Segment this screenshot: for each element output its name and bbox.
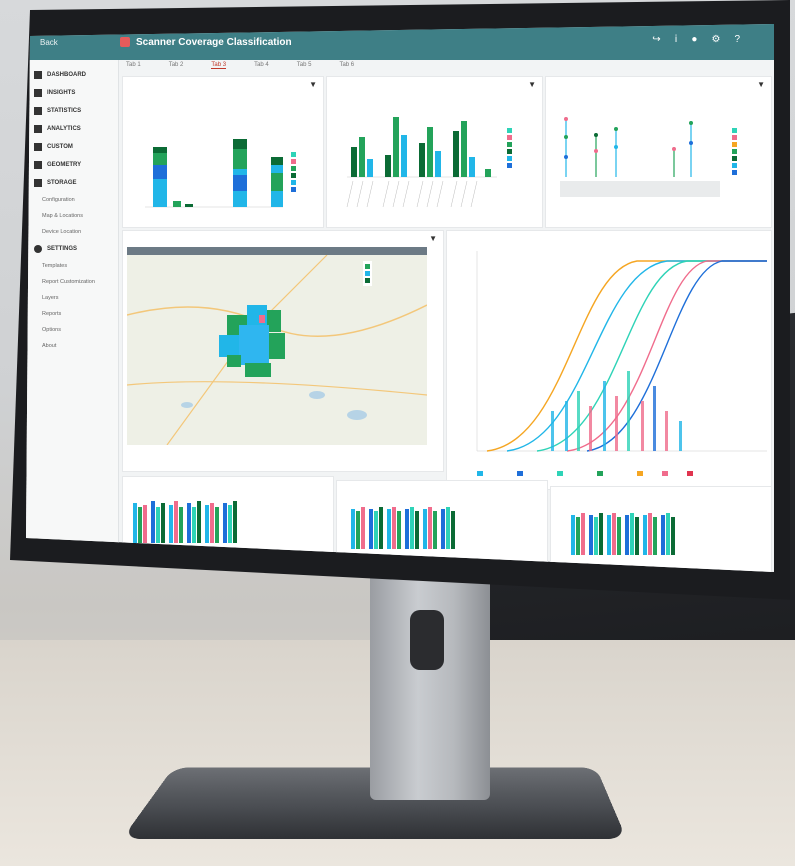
- tab[interactable]: Tab 6: [339, 62, 354, 69]
- monitor-screen: Back Scanner Coverage Classification ↪ ⅰ…: [26, 24, 774, 572]
- sidebar-item-settings[interactable]: SETTINGS: [26, 240, 118, 258]
- sidebar-item-statistics[interactable]: STATISTICS: [26, 102, 118, 120]
- geometry-icon: [34, 161, 42, 169]
- sidebar-subitem[interactable]: Device Location: [26, 224, 118, 240]
- map-legend: [363, 261, 372, 286]
- sidebar-subitem[interactable]: Layers: [26, 290, 118, 306]
- cdf-line-histogram-chart: [476, 251, 767, 476]
- tab[interactable]: Tab 2: [169, 62, 184, 69]
- insights-icon: [34, 89, 42, 97]
- sidebar-subitem[interactable]: Map & Locations: [26, 208, 118, 224]
- gear-icon: [34, 245, 42, 253]
- sidebar-subitem[interactable]: Templates: [26, 258, 118, 274]
- bottom-bar-chart-panel-3: [550, 486, 772, 572]
- chart-legend: [507, 127, 512, 169]
- sidebar-item-geometry[interactable]: GEOMETRY: [26, 156, 118, 174]
- chart-panel-stacked-bars: ▼: [122, 76, 324, 228]
- sidebar-item-storage[interactable]: STORAGE: [26, 174, 118, 192]
- monitor-stand-neck: [370, 560, 490, 800]
- analytics-icon: [34, 125, 42, 133]
- filter-icon[interactable]: ▼: [757, 80, 765, 89]
- sidebar: DASHBOARD INSIGHTS STATISTICS ANALYTICS …: [26, 60, 119, 572]
- bottom-bar-chart-3: [571, 513, 675, 555]
- custom-icon: [34, 143, 42, 151]
- sidebar-item-custom[interactable]: CUSTOM: [26, 138, 118, 156]
- tab-bar: Tab 1 Tab 2 Tab 3 Tab 4 Tab 5 Tab 6: [126, 62, 354, 69]
- info-icon[interactable]: ⅰ: [675, 34, 678, 45]
- dashboard-icon: [34, 71, 42, 79]
- chart-panel-grouped-bars: ▼: [326, 76, 543, 228]
- map-toolbar: [127, 247, 427, 255]
- chart-legend: [291, 151, 296, 193]
- monitor-stand-cable-hole: [410, 610, 444, 670]
- tab[interactable]: Tab 5: [297, 62, 312, 69]
- settings-icon[interactable]: ⚙: [711, 34, 720, 45]
- sidebar-subitem[interactable]: About: [26, 338, 118, 354]
- cdf-chart-panel: [446, 230, 772, 490]
- sidebar-subitem[interactable]: Reports: [26, 306, 118, 322]
- help-icon[interactable]: ?: [734, 34, 740, 45]
- map-view[interactable]: [127, 255, 427, 445]
- dot-plot-chart: [560, 117, 720, 197]
- tab[interactable]: Tab 4: [254, 62, 269, 69]
- chart-legend: [732, 127, 737, 176]
- app-title: Scanner Coverage Classification: [136, 37, 292, 48]
- share-icon[interactable]: ↪: [652, 34, 660, 45]
- filter-icon[interactable]: ▼: [429, 234, 437, 243]
- sidebar-item-dashboard[interactable]: DASHBOARD: [26, 66, 118, 84]
- sidebar-item-insights[interactable]: INSIGHTS: [26, 84, 118, 102]
- statistics-icon: [34, 107, 42, 115]
- chat-icon[interactable]: ●: [691, 34, 697, 45]
- sidebar-subitem[interactable]: Configuration: [26, 192, 118, 208]
- filter-icon[interactable]: ▼: [528, 80, 536, 89]
- sidebar-subitem[interactable]: Options: [26, 322, 118, 338]
- back-button[interactable]: Back: [40, 38, 58, 47]
- sidebar-item-analytics[interactable]: ANALYTICS: [26, 120, 118, 138]
- storage-icon: [34, 179, 42, 187]
- filter-icon[interactable]: ▼: [309, 80, 317, 89]
- map-panel: ▼: [122, 230, 444, 472]
- tab-active[interactable]: Tab 3: [211, 62, 227, 69]
- sidebar-subitem[interactable]: Report Customization: [26, 274, 118, 290]
- chart-panel-dot-plot: ▼: [545, 76, 772, 228]
- tab[interactable]: Tab 1: [126, 62, 141, 69]
- app-logo-icon: [120, 37, 130, 47]
